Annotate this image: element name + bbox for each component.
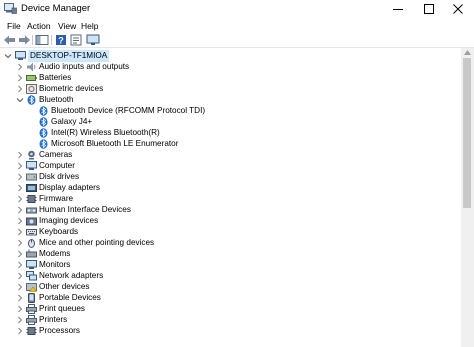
battery-icon [26, 75, 37, 81]
chevron-right-icon[interactable] [16, 162, 24, 170]
bluetooth-icon [39, 106, 48, 116]
chevron-right-icon[interactable] [16, 74, 24, 82]
tree-item-print-queues[interactable]: Print queues [0, 304, 461, 315]
monitor-icon [86, 34, 100, 45]
svg-text:?: ? [58, 36, 64, 46]
chevron-right-icon[interactable] [16, 316, 24, 324]
chevron-right-icon[interactable] [16, 283, 24, 291]
portable-icon [28, 293, 35, 303]
chevron-right-icon[interactable] [16, 327, 24, 335]
display-adapter-icon [26, 184, 37, 192]
help-icon: ? [56, 35, 66, 46]
chevron-down-icon[interactable] [16, 96, 24, 104]
back-button[interactable] [3, 34, 17, 46]
chevron-right-icon[interactable] [16, 228, 24, 236]
maximize-icon [424, 4, 434, 14]
network-icon [26, 271, 37, 281]
speaker-icon [27, 62, 36, 72]
biometric-icon [26, 84, 37, 94]
back-icon [4, 35, 15, 45]
chevron-right-icon[interactable] [16, 63, 24, 71]
menu-file[interactable]: File [4, 20, 24, 32]
vertical-scrollbar[interactable] [461, 48, 474, 347]
chevron-right-icon[interactable] [16, 239, 24, 247]
minimize-icon [393, 9, 403, 10]
hid-icon [26, 207, 37, 214]
toolbar-separator [32, 35, 33, 45]
chevron-right-icon[interactable] [16, 195, 24, 203]
device-tree[interactable]: DESKTOP-TF1MIOA Audio inputs and outputs… [0, 48, 461, 347]
scrollbar-thumb[interactable] [463, 58, 471, 208]
imaging-icon [26, 217, 37, 226]
window-title: Device Manager [21, 3, 91, 14]
menu-view[interactable]: View [55, 20, 79, 32]
menu-help[interactable]: Help [78, 20, 101, 32]
computer-icon [15, 51, 26, 60]
chevron-right-icon[interactable] [16, 151, 24, 159]
show-hide-console-tree-icon [35, 35, 49, 45]
chevron-right-icon[interactable] [16, 261, 24, 269]
chevron-right-icon[interactable] [16, 294, 24, 302]
properties-button[interactable] [69, 34, 83, 46]
help-button[interactable]: ? [54, 34, 68, 46]
bluetooth-icon [27, 95, 36, 105]
bluetooth-icon [39, 139, 48, 149]
chevron-right-icon[interactable] [16, 206, 24, 214]
title-bar: Device Manager [0, 0, 474, 19]
keyboard-icon [26, 229, 37, 236]
other-device-icon [26, 283, 37, 292]
close-button[interactable] [443, 0, 474, 19]
forward-icon [19, 35, 30, 45]
chip-icon [26, 327, 37, 335]
scan-hardware-button[interactable] [86, 34, 100, 46]
maximize-button[interactable] [414, 0, 445, 19]
chevron-right-icon[interactable] [16, 250, 24, 258]
mouse-icon [28, 239, 35, 248]
camera-icon [28, 150, 35, 160]
chevron-right-icon[interactable] [16, 217, 24, 225]
show-hide-console-tree-button[interactable] [35, 34, 49, 46]
menu-bar: File Action View Help [0, 19, 474, 33]
scroll-up-icon[interactable] [464, 50, 471, 55]
bluetooth-icon [39, 128, 48, 138]
toolbar-separator [51, 35, 52, 45]
properties-icon [70, 34, 82, 46]
chip-icon [26, 195, 37, 203]
chevron-right-icon[interactable] [16, 173, 24, 181]
monitor-icon [26, 161, 37, 170]
chevron-right-icon[interactable] [16, 184, 24, 192]
device-manager-icon [4, 3, 17, 14]
forward-button[interactable] [17, 34, 31, 46]
bluetooth-icon [39, 117, 48, 127]
minimize-button[interactable] [383, 0, 414, 19]
chevron-right-icon[interactable] [16, 85, 24, 93]
modem-icon [26, 249, 37, 258]
printer-icon [26, 315, 37, 325]
printer-icon [26, 304, 37, 314]
chevron-right-icon[interactable] [16, 272, 24, 280]
chevron-down-icon[interactable] [4, 52, 12, 60]
tree-item-processors[interactable]: Processors [0, 326, 461, 337]
chevron-right-icon[interactable] [16, 305, 24, 313]
tree-item-label: Processors [39, 326, 80, 335]
monitor-icon [26, 260, 37, 269]
toolbar: ? [0, 33, 474, 48]
menu-action[interactable]: Action [24, 20, 54, 32]
close-icon [453, 4, 463, 14]
disk-icon [26, 173, 37, 181]
